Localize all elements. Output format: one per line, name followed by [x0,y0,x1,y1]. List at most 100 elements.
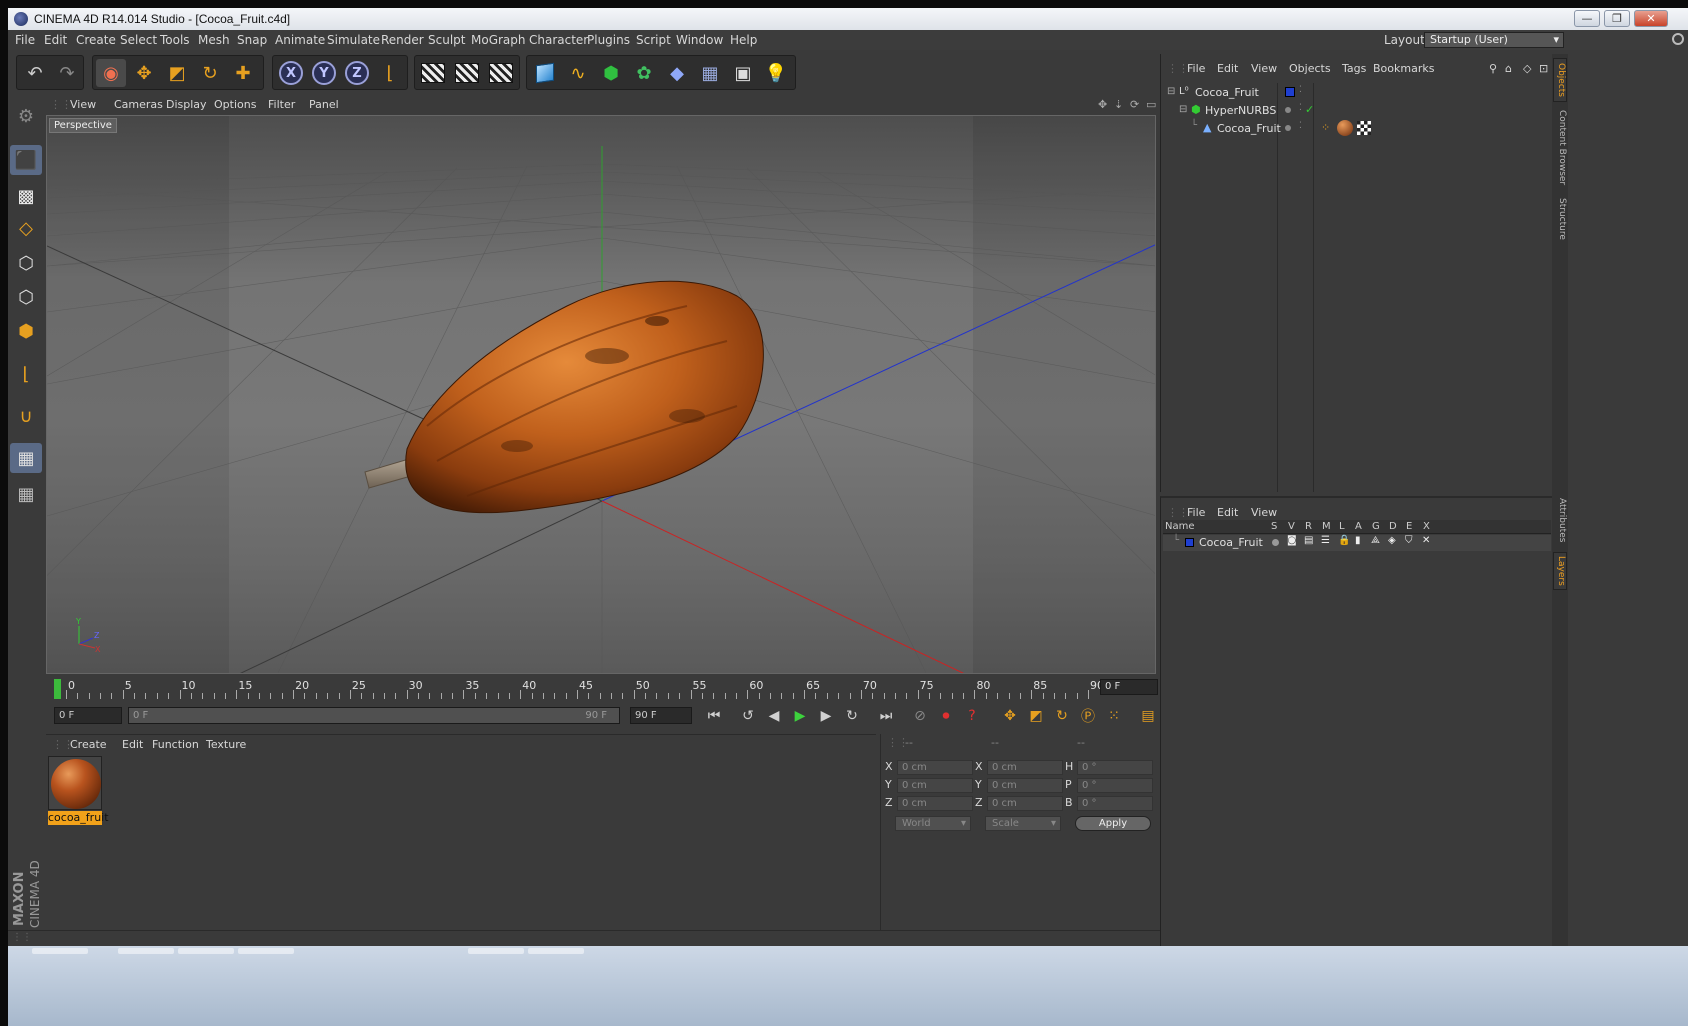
visibility-dots-icon[interactable]: ⁚ [1299,85,1302,95]
rotate-view-icon[interactable]: ⟳ [1130,98,1139,111]
taskbar-item[interactable] [118,948,174,954]
autokey-icon[interactable]: ? [960,705,984,727]
column-manager[interactable]: M [1322,521,1331,532]
material-name-label[interactable]: cocoa_fruit [48,811,109,825]
animation-toggle-icon[interactable]: ▮ [1355,535,1361,546]
key-scale-icon[interactable]: ◩ [1024,705,1048,727]
viewport-camera-label[interactable]: Perspective [49,118,117,133]
solo-toggle-icon[interactable] [1272,539,1279,546]
taskbar-item[interactable] [528,948,584,954]
object-row-hypernurbs[interactable]: ⊟ ⬢ HyperNURBS ⁚ ✓ [1161,102,1553,120]
step-back-icon[interactable]: ◀ [762,705,786,727]
cube-object-icon[interactable] [530,59,560,87]
column-view[interactable]: V [1288,521,1295,532]
lock-toggle-icon[interactable]: 🔒 [1338,535,1350,546]
record-disabled-icon[interactable]: ⊘ [908,705,932,727]
nurbs-icon[interactable]: ⬢ [596,59,626,87]
menu-file[interactable]: File [15,33,35,47]
timeline-ruler[interactable]: 0 5 10 15 20 25 30 35 40 45 50 55 60 65 70 75 80 85 90 0 F [46,675,1162,703]
viewport-menu-panel[interactable]: Panel [309,98,339,111]
column-generators[interactable]: G [1372,521,1380,532]
view-toggle-icon[interactable]: ◙ [1287,535,1297,546]
column-xref[interactable]: X [1423,521,1430,532]
menu-edit[interactable]: Edit [44,33,67,47]
column-animation[interactable]: A [1355,521,1362,532]
material-menu-create[interactable]: Create [70,738,107,751]
column-name[interactable]: Name [1165,521,1195,532]
render-view-icon[interactable] [418,59,448,87]
column-locked[interactable]: L [1339,521,1345,532]
size-y-field[interactable]: 0 cm [987,778,1063,793]
taskbar-item[interactable] [32,948,88,954]
object-row-cocoa-fruit-null[interactable]: ⊟ L⁰ Cocoa_Fruit ⁚ [1161,84,1553,102]
viewport-menu-display[interactable]: Display [166,98,207,111]
material-tag-icon[interactable] [1337,120,1353,136]
rot-b-field[interactable]: 0 ° [1077,796,1153,811]
tab-structure[interactable]: Structure [1553,194,1567,244]
coordinate-space-dropdown[interactable]: World ▾ [895,816,971,831]
material-swatch[interactable] [48,756,102,810]
pos-y-field[interactable]: 0 cm [897,778,973,793]
light-icon[interactable]: 💡 [761,59,791,87]
menu-simulate[interactable]: Simulate [327,33,380,47]
search-icon[interactable]: ⚲ [1489,62,1497,75]
spline-icon[interactable]: ∿ [563,59,593,87]
tab-content-browser[interactable]: Content Browser [1553,108,1567,188]
search-icon[interactable] [1672,33,1684,45]
current-frame-field[interactable]: 0 F [1100,679,1158,695]
magnet-snap-icon[interactable]: ∪ [10,401,42,431]
size-mode-dropdown[interactable]: Scale ▾ [985,816,1061,831]
preview-range-slider[interactable]: 0 F 90 F [128,707,620,724]
taskbar-item[interactable] [468,948,524,954]
texture-mode-icon[interactable]: ▩ [10,181,42,211]
pos-z-field[interactable]: 0 cm [897,796,973,811]
undo-icon[interactable]: ↶ [20,59,50,87]
record-icon[interactable]: ⏺ [934,705,958,727]
objects-menu-view[interactable]: View [1251,62,1277,75]
floor-environment-icon[interactable]: ▦ [695,59,725,87]
planar-workplane-icon[interactable]: ▦ [10,479,42,509]
workplane-mode-icon[interactable]: ◇ [10,213,42,243]
generator-toggle-icon[interactable]: ⟁ [1371,535,1380,546]
restore-button[interactable]: ❐ [1604,10,1630,27]
layers-menu-file[interactable]: File [1187,506,1205,519]
y-axis-lock-button[interactable]: Y [309,59,339,87]
column-solo[interactable]: S [1271,521,1277,532]
size-x-field[interactable]: 0 cm [987,760,1063,775]
previous-key-icon[interactable]: ↺ [736,705,760,727]
tab-objects[interactable]: Objects [1553,58,1567,102]
camera-icon[interactable]: ▣ [728,59,758,87]
pan-view-icon[interactable]: ✥ [1098,98,1107,111]
taskbar-item[interactable] [178,948,234,954]
objects-menu-tags[interactable]: Tags [1342,62,1366,75]
rotate-tool-icon[interactable]: ↻ [195,59,225,87]
visibility-dots-icon[interactable]: ⁚ [1299,121,1302,131]
zoom-view-icon[interactable]: ⇣ [1114,98,1123,111]
uvw-tag-icon[interactable] [1357,121,1371,135]
redo-icon[interactable]: ↷ [52,59,82,87]
collapse-icon[interactable]: ⊟ [1167,86,1175,97]
key-pla-icon[interactable]: ⁙ [1102,705,1126,727]
objects-menu-edit[interactable]: Edit [1217,62,1238,75]
render-toggle-icon[interactable]: ▤ [1304,535,1313,546]
pos-x-field[interactable]: 0 cm [897,760,973,775]
move-tool-icon[interactable]: ✥ [129,59,159,87]
live-selection-icon[interactable]: ◉ [96,59,126,87]
objects-menu-file[interactable]: File [1187,62,1205,75]
key-parameter-icon[interactable]: Ⓟ [1076,705,1100,727]
apply-button[interactable]: Apply [1075,816,1151,831]
taskbar-item[interactable] [238,948,294,954]
menu-render[interactable]: Render [381,33,424,47]
objects-menu-bookmarks[interactable]: Bookmarks [1373,62,1434,75]
key-rotation-icon[interactable]: ↻ [1050,705,1074,727]
end-frame-field[interactable]: 90 F [630,707,692,724]
polygons-mode-icon[interactable]: ⬢ [10,316,42,346]
size-z-field[interactable]: 0 cm [987,796,1063,811]
close-button[interactable]: ✕ [1634,10,1668,27]
new-view-icon[interactable]: ⊡ [1539,62,1548,75]
toggle-panel-icon[interactable]: ▭ [1146,98,1156,111]
tab-layers[interactable]: Layers [1553,552,1567,590]
object-name[interactable]: HyperNURBS [1205,104,1276,117]
menu-mesh[interactable]: Mesh [198,33,230,47]
object-row-cocoa-fruit-polygon[interactable]: └ ▲ Cocoa_Fruit ⁚ ⁘ [1161,120,1553,138]
